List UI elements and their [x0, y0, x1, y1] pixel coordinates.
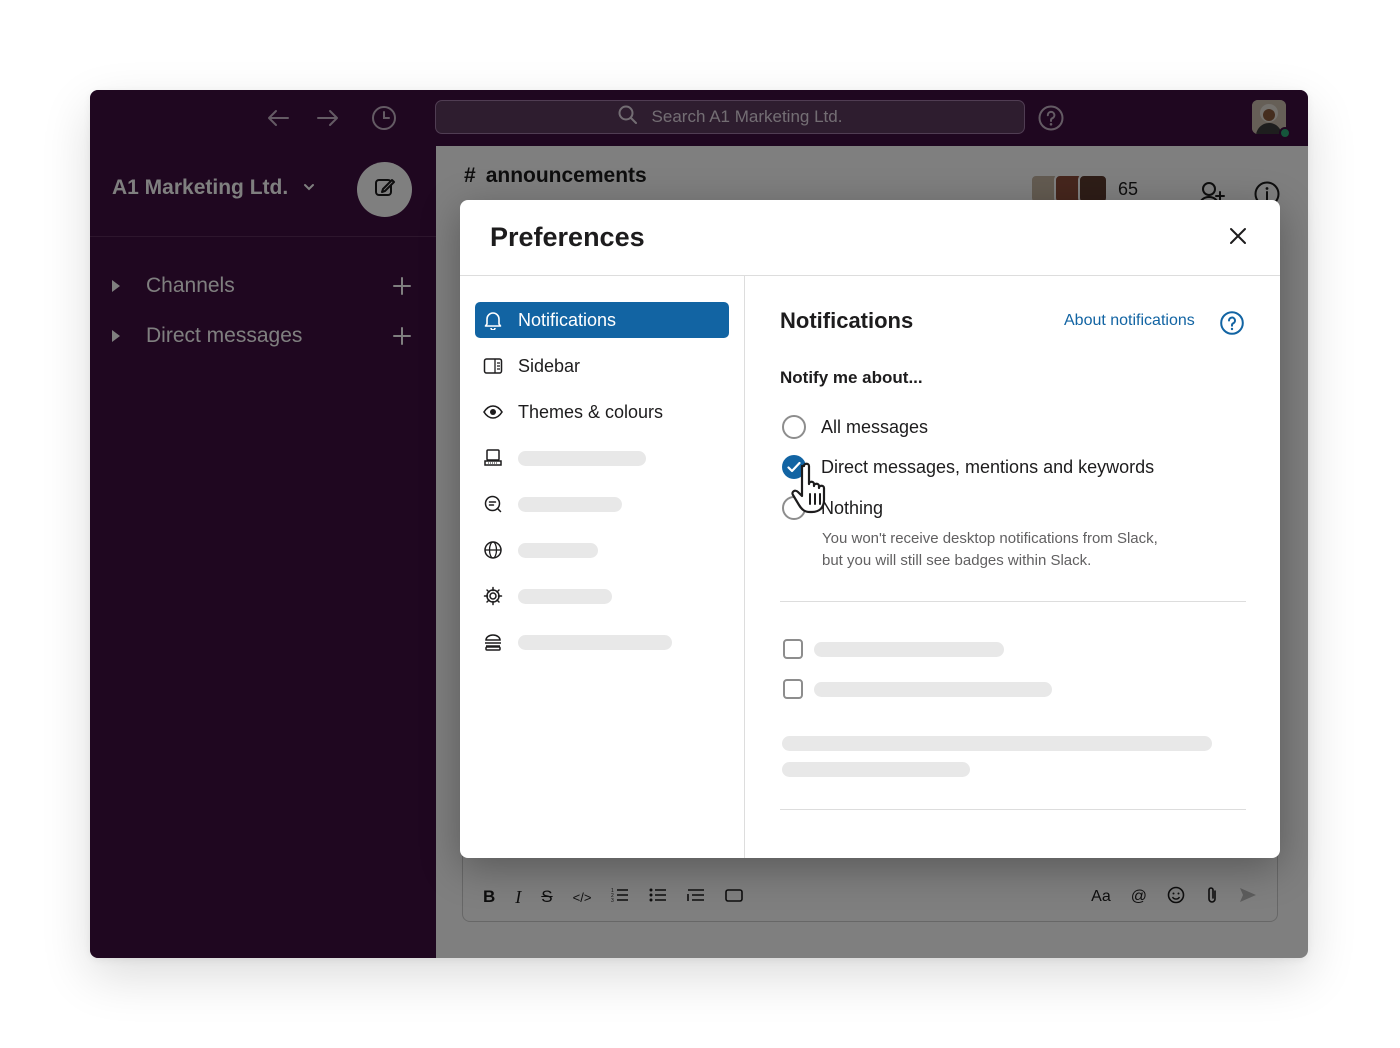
checkbox[interactable]: [783, 679, 803, 699]
laptop-icon: [483, 448, 503, 468]
checkbox[interactable]: [783, 639, 803, 659]
globe-icon: [483, 540, 503, 560]
pref-nav-placeholder[interactable]: [475, 532, 729, 568]
gear-icon: [483, 586, 503, 606]
pref-nav-placeholder[interactable]: [475, 578, 729, 614]
radio-button[interactable]: [782, 415, 806, 439]
loading-placeholder: [518, 588, 612, 604]
about-notifications-link[interactable]: About notifications: [1064, 312, 1195, 330]
preferences-nav: Notifications Sidebar Themes & colours: [475, 302, 729, 670]
pref-nav-sidebar[interactable]: Sidebar: [475, 348, 729, 384]
hint-line: but you will still see badges within Sla…: [822, 552, 1092, 569]
bell-icon: [483, 310, 503, 330]
loading-placeholder: [814, 682, 1052, 697]
loading-placeholder: [518, 450, 646, 466]
loading-placeholder: [782, 736, 1212, 751]
pref-nav-placeholder[interactable]: [475, 440, 729, 476]
close-button[interactable]: [1224, 224, 1252, 252]
radio-label: Direct messages, mentions and keywords: [821, 456, 1155, 477]
sidebar-icon: [483, 356, 503, 376]
loading-placeholder: [518, 634, 672, 650]
dialog-column-divider: [744, 276, 745, 858]
dialog-title: Preferences: [490, 222, 645, 252]
pane-divider: [780, 601, 1246, 602]
eye-icon: [483, 402, 503, 422]
radio-all-messages[interactable]: All messages: [782, 415, 928, 439]
preferences-dialog: Preferences Notifications Sidebar Themes…: [460, 200, 1280, 858]
advanced-icon: [483, 632, 503, 652]
close-icon: [1228, 226, 1248, 251]
loading-placeholder: [782, 762, 970, 777]
help-icon[interactable]: [1220, 311, 1244, 335]
pref-nav-notifications[interactable]: Notifications: [475, 302, 729, 338]
hint-line: You won't receive desktop notifications …: [822, 530, 1158, 547]
hand-pointer-cursor-icon: [790, 460, 840, 518]
loading-placeholder: [518, 496, 622, 512]
pane-divider: [780, 809, 1246, 810]
pref-nav-label: Sidebar: [518, 355, 581, 376]
loading-placeholder: [814, 642, 1004, 657]
dialog-header-divider: [460, 275, 1280, 276]
pref-nav-label: Themes & colours: [518, 401, 664, 422]
pane-title: Notifications: [780, 308, 914, 333]
loading-placeholder: [518, 542, 598, 558]
pref-nav-placeholder[interactable]: [475, 624, 729, 660]
pref-nav-label: Notifications: [518, 309, 617, 330]
message-search-icon: [483, 494, 503, 514]
nothing-hint-text: You won't receive desktop notifications …: [822, 528, 1202, 572]
notify-me-about-label: Notify me about...: [780, 368, 923, 387]
pref-nav-placeholder[interactable]: [475, 486, 729, 522]
radio-label: All messages: [821, 416, 929, 437]
pref-nav-themes[interactable]: Themes & colours: [475, 394, 729, 430]
